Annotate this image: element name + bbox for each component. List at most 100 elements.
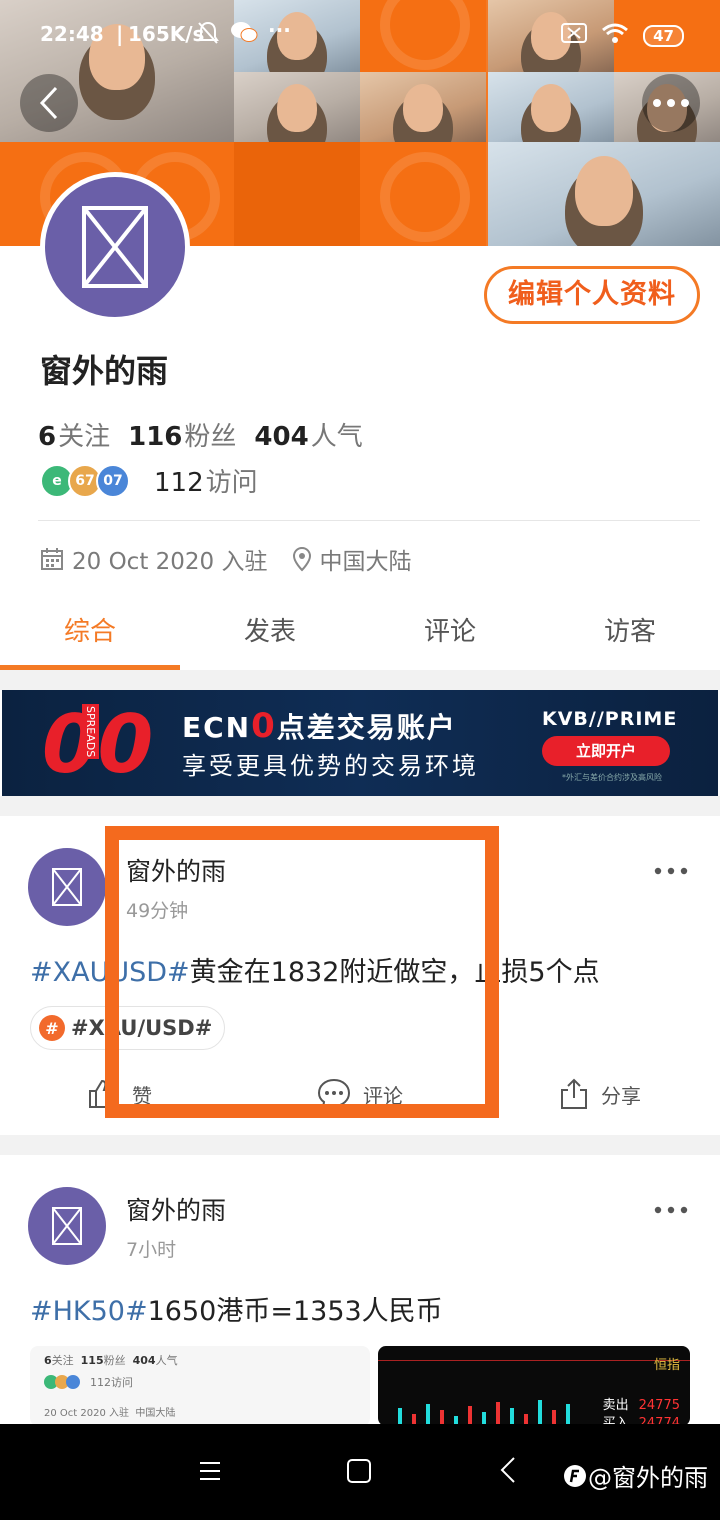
- visits-count: 112: [154, 468, 204, 498]
- ad-banner[interactable]: 00 SPREADS ECN0点差交易账户 享受更具优势的交易环境 KVB//P…: [2, 690, 718, 796]
- visits-label: 访问: [205, 468, 258, 498]
- banner-photo: [234, 72, 360, 144]
- chevron-left-icon: [39, 86, 58, 120]
- banner-photo: [488, 142, 720, 246]
- more-dots-icon: [654, 1206, 688, 1214]
- thumb-followers-count: 115: [80, 1354, 104, 1367]
- thumb-sell-label: 卖出: [602, 1398, 629, 1413]
- profile-meta: 20 Oct 2020 入驻 中国大陆: [40, 542, 412, 576]
- following-stat[interactable]: 6关注: [38, 416, 110, 453]
- popularity-stat: 404人气: [254, 416, 362, 453]
- thumb-meta: 20 Oct 2020 入驻 中国大陆: [44, 1404, 356, 1419]
- share-button[interactable]: 分享: [480, 1072, 720, 1116]
- candle: [496, 1402, 500, 1426]
- thumb-joined: 20 Oct 2020 入驻: [44, 1408, 129, 1419]
- profile-avatar[interactable]: [40, 172, 190, 322]
- candle: [426, 1404, 430, 1426]
- candle: [468, 1406, 472, 1426]
- section-gap: [0, 670, 720, 690]
- thumb-visitors: 112 访问: [44, 1374, 356, 1390]
- hamburger-menu-icon: [200, 1462, 220, 1480]
- section-gap: [0, 1135, 720, 1155]
- joined-date: 20 Oct 2020 入驻: [72, 549, 268, 575]
- banner-tile: [234, 142, 360, 246]
- edit-profile-button[interactable]: 编辑个人资料: [484, 266, 700, 324]
- annotation-highlight-box: [105, 826, 499, 1118]
- chevron-left-icon: [500, 1457, 515, 1483]
- visitors-row[interactable]: e 67 07 112访问: [40, 462, 258, 499]
- post-more-button[interactable]: [654, 1191, 688, 1221]
- post-author-name[interactable]: 窗外的雨: [126, 1191, 226, 1227]
- back-button[interactable]: [20, 74, 78, 132]
- home-button[interactable]: [346, 1458, 372, 1488]
- followers-stat[interactable]: 116粉丝: [128, 416, 236, 453]
- status-time: 22:48: [40, 22, 104, 46]
- profile-tabs: 综合 发表 评论 访客: [0, 600, 720, 670]
- thumb-visitor-avatar: [66, 1375, 80, 1389]
- fx-logo-icon: [564, 1464, 586, 1487]
- popularity-count: 404: [254, 422, 309, 452]
- post-author-avatar[interactable]: [28, 848, 106, 926]
- ad-spreads-label: SPREADS: [82, 704, 99, 760]
- more-options-button[interactable]: [642, 74, 700, 132]
- ad-headline-prefix: ECN: [182, 711, 252, 744]
- following-count: 6: [38, 422, 57, 452]
- chart-line: [378, 1360, 690, 1361]
- image-placeholder-icon: [52, 1207, 82, 1245]
- ad-headline-zero: 0: [251, 706, 277, 746]
- banner-tile: [360, 142, 486, 246]
- thumb-following-count: 6: [44, 1354, 52, 1367]
- thumb-popularity-label: 人气: [155, 1354, 178, 1367]
- tab-visitors[interactable]: 访客: [540, 600, 720, 670]
- system-back-button[interactable]: [500, 1456, 516, 1488]
- tab-overview[interactable]: 综合: [0, 600, 180, 670]
- more-dots-icon: [654, 867, 688, 875]
- ad-subheadline: 享受更具优势的交易环境: [182, 752, 479, 780]
- banner-photo: [488, 72, 614, 144]
- thumb-popularity-count: 404: [132, 1354, 156, 1367]
- share-label: 分享: [601, 1083, 641, 1108]
- thumb-following-label: 关注: [51, 1354, 74, 1367]
- visitor-avatar: 07: [96, 463, 130, 498]
- profile-username: 窗外的雨: [40, 352, 169, 390]
- post-image-thumbnail[interactable]: 恒指 卖出 24775 买入 24774: [378, 1346, 690, 1426]
- tab-posts[interactable]: 发表: [180, 600, 360, 670]
- popularity-label: 人气: [310, 422, 363, 452]
- more-dots-icon: [653, 99, 689, 107]
- location-text: 中国大陆: [319, 549, 412, 575]
- post-image-thumbnail[interactable]: 6关注 115粉丝 404人气 112 访问 20 Oct 2020 入驻 中国大…: [30, 1346, 370, 1426]
- post-time: 7小时: [126, 1239, 177, 1261]
- visits-stat: 112访问: [154, 462, 258, 499]
- ad-brand-logo: KVB//PRIME: [542, 708, 678, 730]
- profile-stats: 6关注 116粉丝 404人气: [38, 416, 363, 453]
- more-status-icon: ···: [268, 18, 291, 42]
- battery-indicator: 47: [643, 24, 684, 47]
- divider: [38, 520, 700, 521]
- hashtag-icon: #: [39, 1015, 65, 1041]
- post-more-button[interactable]: [654, 852, 688, 882]
- watermark: @窗外的雨: [562, 1458, 708, 1493]
- thumb-quote-title: 恒指: [653, 1358, 680, 1373]
- ad-open-account-button[interactable]: 立即开户: [542, 736, 670, 766]
- menu-button[interactable]: [198, 1460, 222, 1486]
- post-text: #HK50#1650港币=1353人民币: [30, 1289, 443, 1328]
- status-right: 47: [561, 22, 684, 49]
- section-gap: [0, 796, 720, 816]
- thumb-location: 中国大陆: [135, 1408, 176, 1419]
- post-author-avatar[interactable]: [28, 1187, 106, 1265]
- post-hashtag-link[interactable]: #HK50#: [30, 1296, 148, 1327]
- image-placeholder-icon: [52, 868, 82, 906]
- tab-comments[interactable]: 评论: [360, 600, 540, 670]
- location-pin-icon: [292, 546, 311, 572]
- ad-fine-print: *外汇与差价合约涉及高风险: [562, 773, 662, 782]
- calendar-icon: [41, 548, 63, 570]
- location: 中国大陆: [292, 542, 412, 576]
- sim-icon: [561, 23, 588, 48]
- thumb-visits-count: 112: [90, 1375, 111, 1389]
- thumb-sell-value: 24775: [638, 1398, 680, 1413]
- mute-icon: [196, 20, 220, 51]
- post-image-grid[interactable]: 6关注 115粉丝 404人气 112 访问 20 Oct 2020 入驻 中国大…: [30, 1346, 690, 1426]
- following-label: 关注: [58, 422, 111, 452]
- wechat-icon: [230, 20, 258, 49]
- ad-headline: ECN0点差交易账户: [182, 706, 457, 746]
